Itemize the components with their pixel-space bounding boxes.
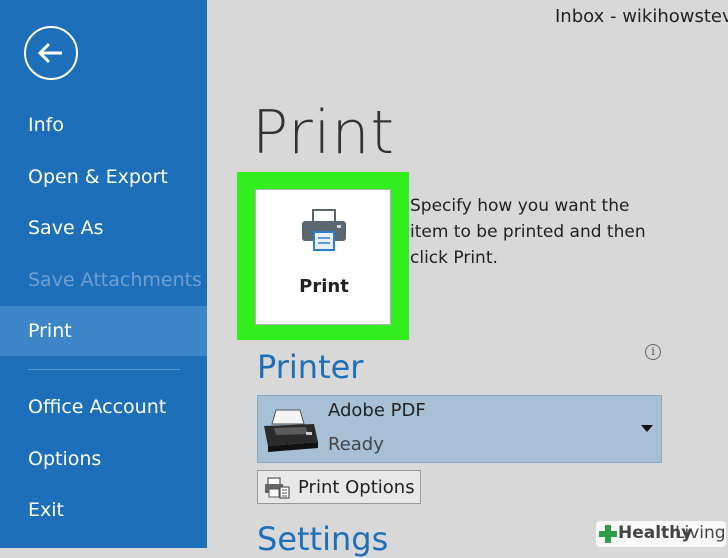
print-button[interactable]: Print [255,189,391,325]
watermark-text-living: Living [675,523,726,543]
back-arrow-icon [37,42,62,64]
page-title: Print [252,98,396,168]
sidebar-item-options[interactable]: Options [0,434,207,484]
healthy-living-watermark: Healthy Living [596,521,726,547]
print-button-label: Print [299,276,349,297]
sidebar-divider [28,369,180,370]
print-options-label: Print Options [298,477,415,498]
print-description: Specify how you want the item to be prin… [410,196,646,268]
printer-dropdown[interactable]: Adobe PDF Ready [257,395,662,463]
backstage-sidebar: Info Open & Export Save As Save Attachme… [0,0,207,548]
dropdown-arrow-icon [641,425,653,432]
sidebar-item-exit[interactable]: Exit [0,485,207,535]
sidebar-item-print[interactable]: Print [0,306,207,356]
printer-heading: Printer [257,348,364,386]
sidebar-item-office-account[interactable]: Office Account [0,382,207,432]
window-title: Inbox - wikihowstev [555,6,728,27]
sidebar-item-open-export[interactable]: Open & Export [0,152,207,202]
printer-name: Adobe PDF [328,400,426,421]
back-button[interactable] [24,26,78,80]
print-options-button[interactable]: Print Options [257,470,421,504]
sidebar-item-save-as[interactable]: Save As [0,203,207,253]
printer-icon [302,209,346,251]
info-icon[interactable]: i [645,344,661,360]
printer-device-icon [264,409,318,452]
printer-status: Ready [328,434,384,455]
settings-heading: Settings [257,520,389,558]
sidebar-item-save-attachments: Save Attachments [28,269,202,291]
sidebar-item-info[interactable]: Info [0,100,207,150]
print-options-icon [265,477,290,499]
plus-icon [599,525,617,543]
